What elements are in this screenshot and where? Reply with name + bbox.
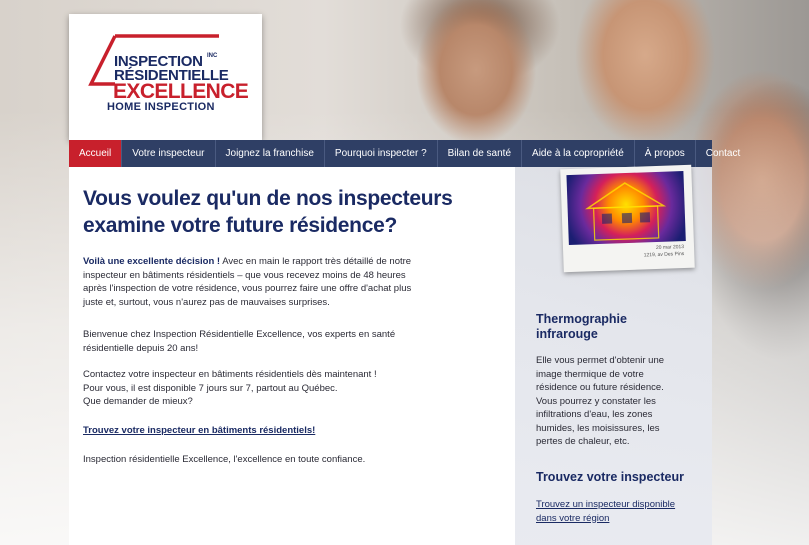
main-content: Vous voulez qu'un de nos inspecteurs exa… [69, 167, 515, 545]
logo-mc-mark: INC [207, 53, 218, 59]
thermography-photo: 20 mar 2013 1219, av Des Pins [560, 164, 695, 273]
nav-item-pourquoi-inspecter[interactable]: Pourquoi inspecter ? [325, 140, 438, 167]
polaroid-caption: 20 mar 2013 1219, av Des Pins [643, 244, 685, 259]
sidebar: 20 mar 2013 1219, av Des Pins Thermograp… [515, 164, 712, 545]
logo-line-excellence: EXCELLENCE [113, 80, 249, 103]
nav-item-accueil[interactable]: Accueil [69, 140, 123, 167]
site-logo[interactable]: INSPECTION INC RÉSIDENTIELLE EXCELLENCE … [69, 14, 262, 140]
intro-strong: Voilà une excellente décision ! [83, 256, 221, 267]
contact-paragraph: Contactez votre inspecteur en bâtiments … [83, 368, 418, 409]
nav-item-a-propos[interactable]: À propos [635, 140, 696, 167]
find-inspector-heading: Trouvez votre inspecteur [536, 470, 684, 484]
thermography-heading: Thermographie infrarouge [536, 312, 627, 341]
nav-item-votre-inspecteur[interactable]: Votre inspecteur [122, 140, 216, 167]
find-inspector-link[interactable]: Trouvez votre inspecteur en bâtiments ré… [83, 425, 315, 436]
logo-line-home-inspection: HOME INSPECTION [107, 101, 215, 113]
thermal-house-image [566, 171, 686, 246]
contact-line-3: Que demander de mieux? [83, 396, 193, 407]
polaroid-caption-date: 20 mar 2013 [655, 244, 685, 252]
polaroid-caption-address: 1219, av Des Pins [643, 251, 685, 259]
house-icon [585, 182, 667, 241]
welcome-paragraph: Bienvenue chez Inspection Résidentielle … [83, 329, 396, 354]
contact-line-2: Pour vous, il est disponible 7 jours sur… [83, 382, 338, 394]
nav-item-aide-copropriete[interactable]: Aide à la copropriété [522, 140, 635, 167]
nav-item-joignez-la-franchise[interactable]: Joignez la franchise [216, 140, 325, 167]
find-inspector-region-link[interactable]: Trouvez un inspecteur disponible dans vo… [536, 498, 696, 525]
contact-line-1: Contactez votre inspecteur en bâtiments … [83, 369, 377, 380]
nav-item-contact[interactable]: Contact [696, 140, 750, 167]
nav-item-bilan-de-sante[interactable]: Bilan de santé [438, 140, 523, 167]
thermography-text: Elle vous permet d'obtenir une image the… [536, 355, 665, 447]
page-title: Vous voulez qu'un de nos inspecteurs exa… [83, 187, 453, 237]
intro-paragraph: Voilà une excellente décision ! Avec en … [83, 255, 418, 309]
main-nav: Accueil Votre inspecteur Joignez la fran… [69, 140, 740, 167]
tagline: Inspection résidentielle Excellence, l'e… [83, 454, 366, 465]
